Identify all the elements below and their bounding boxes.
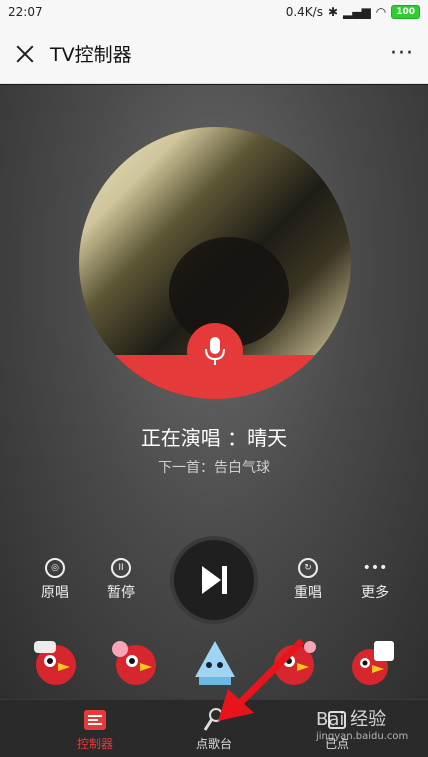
more-label: 更多 [361,585,389,601]
original-label: 原唱 [41,585,69,601]
next-song: 下一首：告白气球 [158,460,270,476]
controller-icon [83,708,107,732]
pause-button[interactable]: II 暂停 [91,558,151,602]
red-arrow-annotation [218,638,305,721]
more-button[interactable]: ••• 更多 [345,558,405,602]
network-speed: 0.4K/s [285,5,323,19]
now-playing: 正在演唱 ：晴天 [140,426,288,450]
tab-controller-label: 控制器 [76,737,113,751]
title-bar: TV控制器 ··· [0,24,428,84]
status-bar: 22:07 0.4K/s ✱ ▂▄▆ ◠ 100 [0,0,428,24]
wifi-icon: ◠ [375,5,387,19]
battery-icon: 100 [391,5,420,19]
dots-icon: ••• [362,560,388,576]
status-time: 22:07 [8,5,43,19]
skip-next-icon [202,566,227,594]
status-icons: 0.4K/s ✱ ▂▄▆ ◠ 100 [286,5,420,19]
disc-icon: ◎ [45,558,65,578]
album-cover [79,127,351,399]
parrot-emoji[interactable] [30,637,82,689]
page-title: TV控制器 [50,44,132,66]
replay-label: 重唱 [294,585,322,601]
signal-icon: ▂▄▆ [343,5,371,19]
next-song-button[interactable] [174,540,254,620]
tab-controller[interactable]: 控制器 [50,708,140,752]
microphone-icon [205,337,225,365]
watermark-brand: Bai 经验 [316,709,387,730]
tab-song-station-label: 点歌台 [195,737,232,751]
mic-button[interactable] [187,323,243,379]
parrot-emoji[interactable] [110,637,162,689]
more-options-button[interactable]: ··· [390,41,414,66]
watermark: Bai 经验 jingyan.baidu.com [316,705,408,742]
bluetooth-icon: ✱ [327,5,339,19]
close-icon[interactable] [14,43,36,65]
pause-icon: II [111,558,131,578]
parrot-emoji[interactable] [346,637,398,689]
replay-button[interactable]: ↻ 重唱 [278,558,338,602]
playback-controls: ◎ 原唱 II 暂停 ↻ 重唱 ••• 更多 [0,540,428,630]
pause-label: 暂停 [107,585,135,601]
player-stage: 正在演唱 ：晴天 下一首：告白气球 ◎ 原唱 II 暂停 ↻ 重唱 ••• 更多 [0,85,428,699]
original-vocal-button[interactable]: ◎ 原唱 [25,558,85,602]
replay-icon: ↻ [298,558,318,578]
watermark-site: jingyan.baidu.com [316,731,409,742]
